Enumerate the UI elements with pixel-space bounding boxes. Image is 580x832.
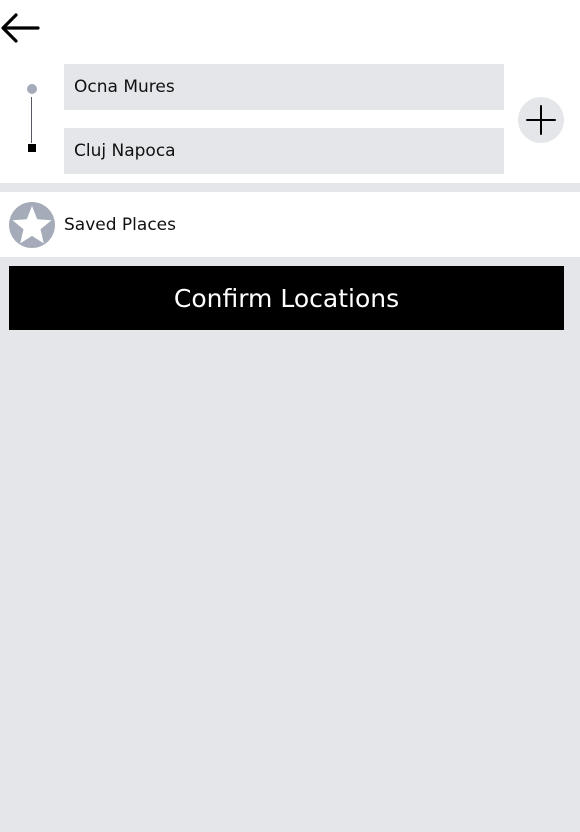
saved-places-label: Saved Places: [64, 215, 176, 235]
destination-input[interactable]: [64, 128, 504, 174]
route-indicator: [26, 84, 38, 154]
arrow-left-icon: [1, 13, 40, 43]
route-connector-line: [31, 97, 32, 143]
origin-dot-icon: [27, 84, 37, 94]
plus-icon: [526, 105, 556, 135]
star-icon: [9, 202, 55, 248]
location-panel: [0, 0, 580, 183]
origin-input[interactable]: [64, 64, 504, 110]
confirm-locations-button[interactable]: Confirm Locations: [9, 266, 564, 330]
destination-square-icon: [28, 144, 36, 152]
add-stop-button[interactable]: [518, 97, 564, 143]
back-button[interactable]: [0, 10, 44, 46]
app-root: Saved Places Confirm Locations: [0, 0, 580, 832]
saved-places-row[interactable]: Saved Places: [0, 192, 580, 257]
